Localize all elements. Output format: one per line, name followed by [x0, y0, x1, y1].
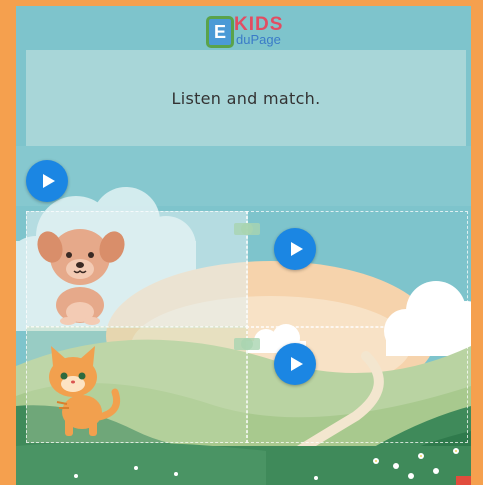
instruction-banner: Listen and match.	[26, 50, 466, 146]
edupage-kids-logo: E KIDS duPage	[206, 14, 286, 50]
match-row-2	[26, 326, 468, 443]
instruction-text: Listen and match.	[171, 88, 321, 108]
logo-page: duPage	[236, 32, 281, 47]
play-icon	[291, 242, 303, 256]
logo-letter: E	[206, 16, 234, 48]
puzzle-connector-icon	[234, 338, 260, 350]
row-2-play-button[interactable]	[274, 343, 316, 385]
dog-icon	[37, 229, 125, 325]
match-row-1	[26, 211, 468, 328]
play-icon	[43, 174, 55, 188]
play-icon	[291, 357, 303, 371]
main-play-button[interactable]	[26, 160, 68, 202]
dog-card[interactable]	[26, 211, 248, 328]
activity-frame: E KIDS duPage Listen and match.	[16, 6, 471, 485]
cat-icon	[49, 346, 121, 436]
row-1-play-button[interactable]	[274, 228, 316, 270]
puzzle-connector-icon	[234, 223, 260, 235]
cat-card[interactable]	[26, 326, 248, 443]
